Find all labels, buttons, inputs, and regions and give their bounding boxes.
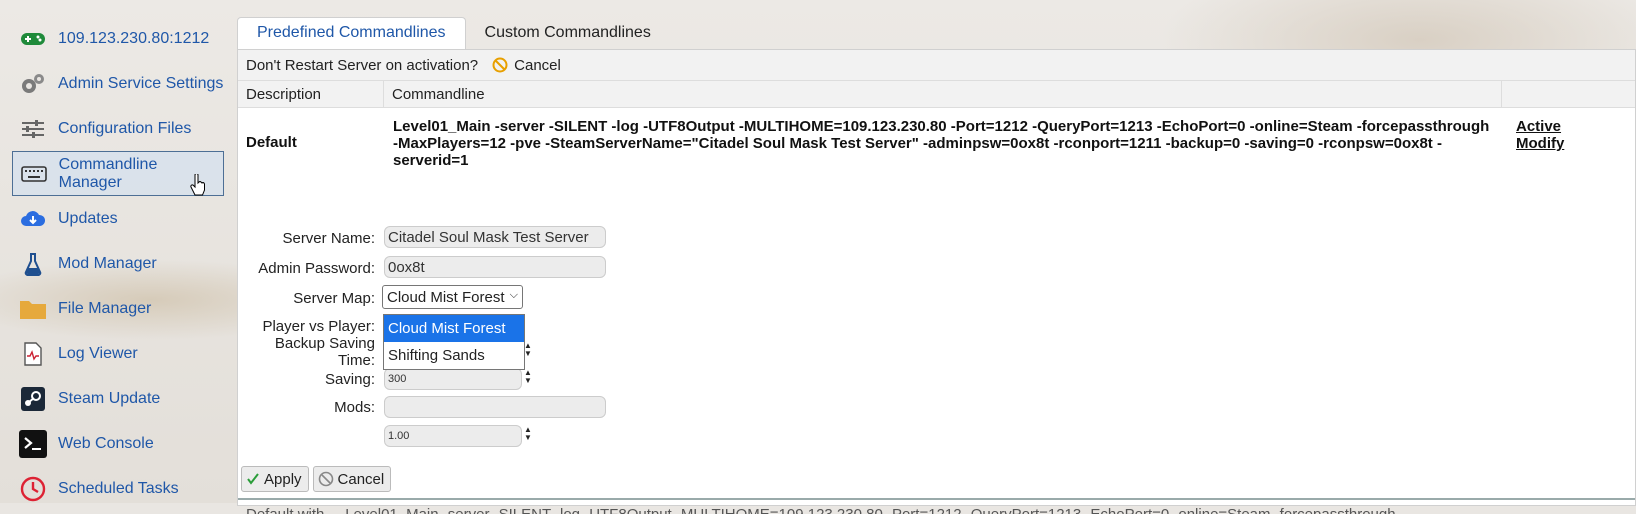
server-map-label: Server Map: bbox=[293, 289, 375, 307]
backup-saving-time-label: Backup Saving Time: bbox=[274, 335, 375, 369]
sidebar-item-log-viewer[interactable]: Log Viewer bbox=[0, 331, 235, 376]
server-name-field[interactable]: Citadel Soul Mask Test Server bbox=[384, 226, 606, 248]
footer-commandline-text: Default with ... Level01_Main -server -S… bbox=[246, 506, 1626, 514]
table-header: Description Commandline bbox=[238, 81, 1635, 108]
column-header-description: Description bbox=[238, 81, 384, 107]
cancel-button[interactable]: Cancel bbox=[312, 466, 392, 492]
steam-icon bbox=[18, 386, 48, 412]
mods-field[interactable] bbox=[384, 396, 606, 418]
tab-predefined-commandlines[interactable]: Predefined Commandlines bbox=[237, 17, 466, 49]
server-name-label: Server Name: bbox=[282, 229, 375, 247]
pvp-label: Player vs Player: bbox=[262, 317, 375, 335]
table-row: Default Level01_Main -server -SILENT -lo… bbox=[238, 108, 1635, 169]
server-map-row: Server Map: bbox=[238, 286, 375, 310]
mods-row: Mods: bbox=[238, 395, 375, 419]
row-description: Default bbox=[246, 133, 297, 151]
sidebar-item-scheduled-tasks[interactable]: Scheduled Tasks bbox=[0, 466, 235, 511]
tab-bar: Predefined Commandlines Custom Commandli… bbox=[237, 16, 1636, 49]
flask-icon bbox=[18, 251, 48, 277]
cancel-circle-icon bbox=[318, 471, 333, 487]
no-entry-icon bbox=[492, 57, 508, 73]
backup-saving-time-row: Backup Saving Time: bbox=[238, 335, 375, 369]
gamepad-icon bbox=[18, 26, 48, 52]
sidebar-item-admin-service-settings[interactable]: Admin Service Settings bbox=[0, 61, 235, 106]
modify-link[interactable]: Modify bbox=[1516, 135, 1564, 152]
admin-password-row: Admin Password: bbox=[238, 256, 375, 280]
main-content: Predefined Commandlines Custom Commandli… bbox=[237, 16, 1636, 514]
sidebar-item-label: 109.123.230.80:1212 bbox=[58, 29, 210, 47]
column-header-actions bbox=[1502, 81, 1510, 107]
commandline-panel: Don't Restart Server on activation? Canc… bbox=[237, 49, 1636, 514]
sidebar-item-file-manager[interactable]: File Manager bbox=[0, 286, 235, 331]
backup-spinner-icon[interactable]: ▲ ▼ bbox=[524, 342, 532, 358]
admin-password-field[interactable]: 0ox8t bbox=[384, 256, 606, 278]
saving-field[interactable]: 300 bbox=[384, 368, 522, 390]
saving-label: Saving: bbox=[324, 370, 375, 388]
sidebar-item-server[interactable]: 109.123.230.80:1212 bbox=[0, 16, 235, 61]
sidebar-item-configuration-files[interactable]: Configuration Files bbox=[0, 106, 235, 151]
multiplier-spinner-icon[interactable]: ▲ ▼ bbox=[524, 426, 532, 442]
multiplier-field[interactable]: 1.00 bbox=[384, 425, 522, 447]
hand-cursor-icon bbox=[190, 173, 206, 201]
cancel-label: Cancel bbox=[337, 470, 385, 488]
tab-custom-commandlines[interactable]: Custom Commandlines bbox=[466, 18, 670, 49]
restart-question: Don't Restart Server on activation? bbox=[246, 56, 479, 74]
sidebar-item-label: Mod Manager bbox=[58, 254, 157, 272]
divider bbox=[238, 498, 1635, 500]
sidebar-item-label: Updates bbox=[58, 209, 118, 227]
column-header-commandline: Commandline bbox=[384, 81, 1502, 107]
active-link[interactable]: Active bbox=[1516, 118, 1564, 135]
map-option-shifting-sands[interactable]: Shifting Sands bbox=[384, 342, 524, 369]
saving-row: Saving: bbox=[238, 367, 375, 391]
chevron-down-icon: ⌵ bbox=[509, 289, 518, 301]
clock-icon bbox=[18, 476, 48, 502]
sidebar-item-label: File Manager bbox=[58, 299, 152, 317]
sidebar-item-label: Configuration Files bbox=[58, 119, 192, 137]
cloud-download-icon bbox=[18, 206, 48, 232]
server-map-value: Cloud Mist Forest bbox=[387, 288, 505, 306]
sidebar-item-label: Steam Update bbox=[58, 389, 161, 407]
restart-bar: Don't Restart Server on activation? Canc… bbox=[238, 50, 1635, 81]
folder-icon bbox=[18, 296, 48, 322]
map-option-cloud-mist-forest[interactable]: Cloud Mist Forest bbox=[384, 315, 524, 342]
apply-label: Apply bbox=[264, 470, 302, 488]
sidebar-item-label: Log Viewer bbox=[58, 344, 138, 362]
sidebar-item-updates[interactable]: Updates bbox=[0, 196, 235, 241]
sidebar-item-label: Admin Service Settings bbox=[58, 74, 224, 92]
sidebar-item-mod-manager[interactable]: Mod Manager bbox=[0, 241, 235, 286]
row-commandline: Level01_Main -server -SILENT -log -UTF8O… bbox=[393, 118, 1490, 169]
server-map-dropdown: Cloud Mist Forest Shifting Sands bbox=[383, 314, 525, 370]
checkmark-icon bbox=[247, 473, 259, 485]
admin-password-label: Admin Password: bbox=[258, 259, 375, 277]
log-file-icon bbox=[18, 341, 48, 367]
saving-spinner-icon[interactable]: ▲ ▼ bbox=[524, 369, 532, 385]
form-buttons: Apply Cancel bbox=[241, 466, 395, 492]
sliders-icon bbox=[18, 116, 48, 142]
apply-button[interactable]: Apply bbox=[241, 466, 309, 492]
restart-cancel-button[interactable]: Cancel bbox=[492, 57, 561, 74]
sidebar-item-web-console[interactable]: Web Console bbox=[0, 421, 235, 466]
gears-icon bbox=[18, 71, 48, 97]
row-actions: Active Modify bbox=[1498, 118, 1564, 169]
sidebar-item-label: Scheduled Tasks bbox=[58, 479, 179, 497]
server-map-select[interactable]: Cloud Mist Forest ⌵ bbox=[382, 285, 523, 309]
restart-cancel-label: Cancel bbox=[514, 56, 561, 74]
sidebar-item-label: Web Console bbox=[58, 434, 154, 452]
server-name-row: Server Name: bbox=[238, 226, 375, 250]
mods-label: Mods: bbox=[334, 398, 375, 416]
sidebar-item-steam-update[interactable]: Steam Update bbox=[0, 376, 235, 421]
keyboard-icon bbox=[19, 161, 49, 187]
sidebar: 109.123.230.80:1212 Admin Service Settin… bbox=[0, 16, 235, 511]
terminal-icon bbox=[18, 429, 48, 458]
